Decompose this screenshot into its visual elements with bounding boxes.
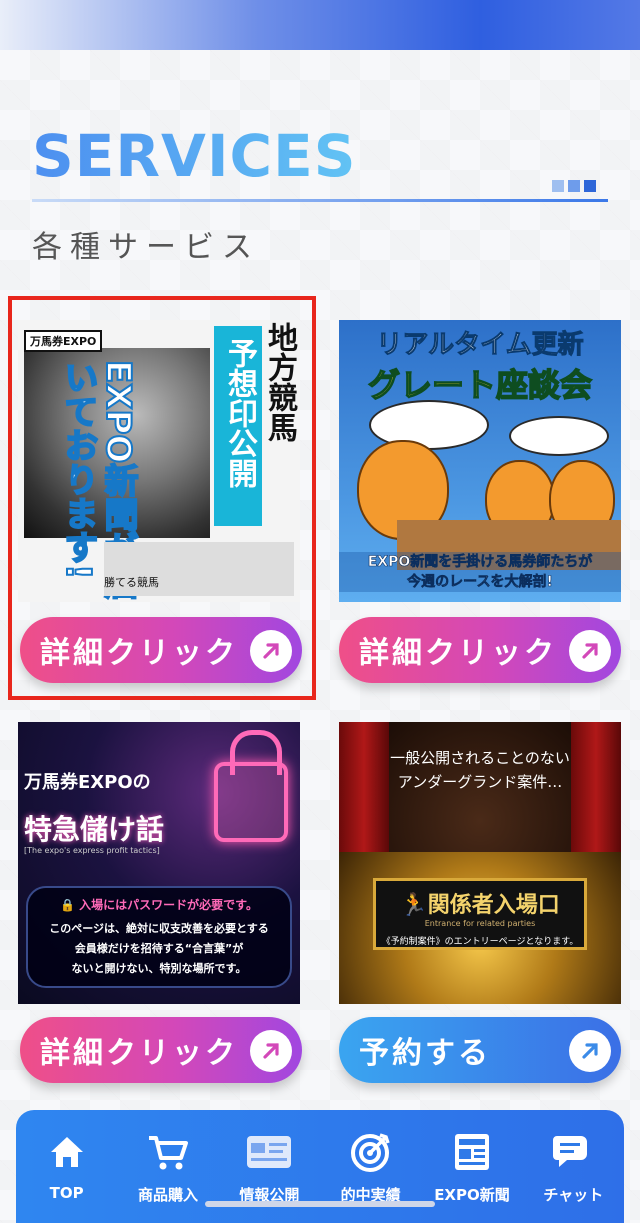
chat-icon (549, 1128, 597, 1176)
entrance-note: 《予約制案件》のエントリーページとなります。 (381, 937, 579, 947)
detail-button-2[interactable]: 詳細クリック (339, 617, 621, 683)
nav-item-chat[interactable]: チャット (523, 1110, 624, 1223)
notice-line-1: このページは、絶対に収支改善を必要とする (49, 922, 269, 935)
nav-item-purchase[interactable]: 商品購入 (117, 1110, 218, 1223)
speech-bubble-icon (509, 416, 609, 456)
roundtable-caption-line1: EXPO新聞を手掛ける馬券師たちが (367, 554, 593, 571)
nav-label: 商品購入 (137, 1186, 198, 1204)
express-profit-title: 特急儲け話 (24, 813, 165, 846)
service-card-image-express[interactable]: 万馬券EXPOの 特急儲け話 [The expo's express profi… (18, 722, 300, 1004)
home-indicator[interactable] (205, 1201, 435, 1207)
password-notice-box: 🔒 入場にはパスワードが必要です。 このページは、絶対に収支改善を必要とする 会… (26, 886, 292, 988)
detail-button-label: 詳細クリック (40, 1036, 238, 1071)
teaser-line-2: アンダーグランド案件… (397, 773, 563, 791)
nav-item-top[interactable]: TOP (16, 1110, 117, 1223)
nav-item-newspaper[interactable]: EXPO新聞 (421, 1110, 522, 1223)
service-card-image-roundtable[interactable]: リアルタイム更新 グレート座談会 EXPO新聞を手掛ける馬券師たちが 今週のレー… (339, 320, 621, 602)
reserve-button-label: 予約する (359, 1036, 491, 1071)
entrance-plate: 🏃関係者入場口 Entrance for related parties 《予約… (373, 878, 587, 950)
card-icon (245, 1128, 293, 1176)
great-roundtable-heading: グレート座談会 (367, 365, 593, 405)
reserve-button[interactable]: 予約する (339, 1017, 621, 1083)
newspaper-icon (448, 1128, 496, 1176)
notice-line-3: ないと開けない、特別な場所です。 (71, 962, 247, 975)
password-required-text: 🔒 入場にはパスワードが必要です。 (60, 898, 258, 912)
detail-button-label: 詳細クリック (359, 636, 557, 671)
entrance-title: 🏃関係者入場口 (400, 892, 560, 918)
arrow-up-right-icon (569, 1030, 611, 1072)
section-title: SERVICES (32, 122, 357, 190)
underground-teaser: 一般公開されることのない アンダーグランド案件… (339, 746, 621, 794)
home-icon (43, 1128, 91, 1176)
title-divider (32, 199, 608, 202)
entrance-subtitle: Entrance for related parties (424, 919, 536, 928)
nav-label: チャット (543, 1186, 604, 1204)
section-subtitle: 各種サービス (32, 230, 260, 265)
expo-logo: 万馬券EXPOの (24, 772, 151, 793)
express-profit-subtitle: [The expo's express profit tactics] (24, 846, 160, 855)
target-icon (347, 1128, 395, 1176)
roundtable-caption: EXPO新聞を手掛ける馬券師たちが 今週のレースを大解剖! (339, 552, 621, 592)
arrow-up-right-icon (569, 630, 611, 672)
detail-button-3[interactable]: 詳細クリック (20, 1017, 302, 1083)
teaser-line-1: 一般公開されることのない (390, 749, 570, 767)
notice-line-2: 会員様だけを招待する“合言葉”が (74, 942, 244, 955)
padlock-icon (214, 730, 288, 842)
cart-icon (144, 1128, 192, 1176)
header-band (0, 0, 640, 50)
selected-card-highlight (8, 296, 316, 700)
nav-label: EXPO新聞 (434, 1186, 510, 1204)
decorative-dots (552, 180, 596, 192)
arrow-up-right-icon (250, 1030, 292, 1072)
roundtable-caption-line2: 今週のレースを大解剖! (407, 574, 553, 591)
realtime-update-heading: リアルタイム更新 (376, 330, 584, 361)
service-card-image-underground[interactable]: 一般公開されることのない アンダーグランド案件… 🏃関係者入場口 Entranc… (339, 722, 621, 1004)
nav-label: TOP (49, 1184, 84, 1202)
